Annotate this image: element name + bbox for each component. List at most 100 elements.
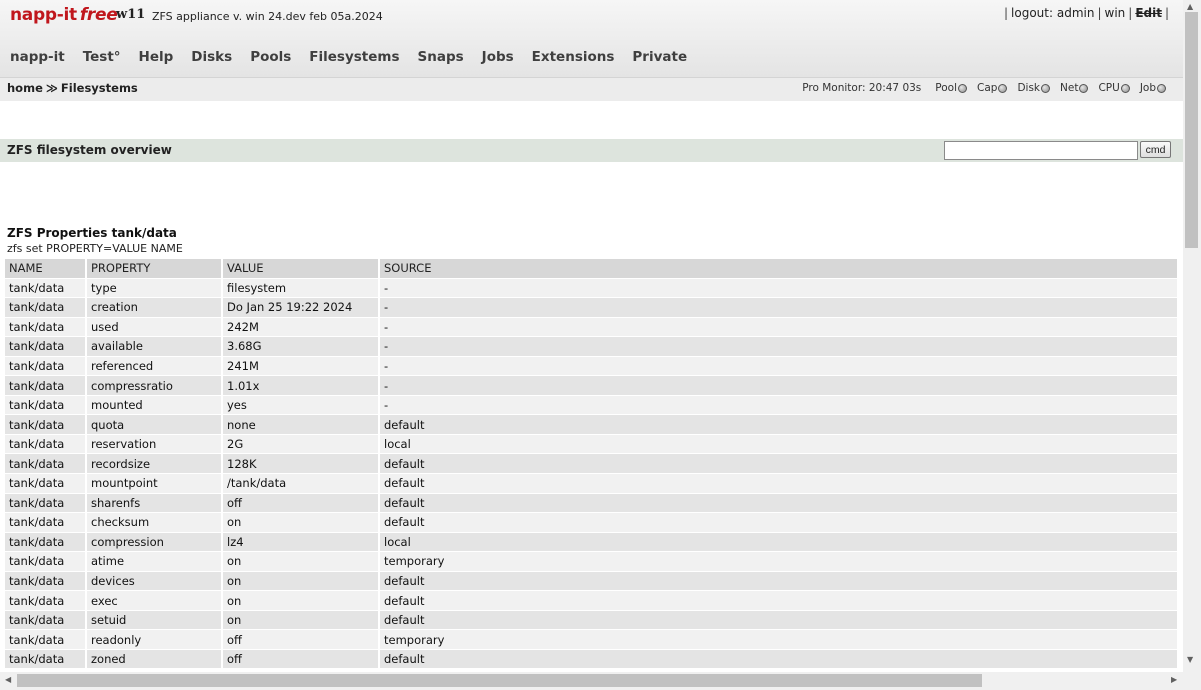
table-row[interactable]: tank/data setuid on default bbox=[5, 610, 1179, 631]
cell-value: 128K bbox=[223, 454, 380, 475]
cell-property: creation bbox=[87, 298, 223, 318]
cell-value: off bbox=[223, 630, 380, 650]
table-row[interactable]: tank/data zoned off default bbox=[5, 649, 1179, 670]
cell-property: exec bbox=[87, 591, 223, 611]
cell-value: off bbox=[223, 493, 380, 514]
nav-item-filesystems[interactable]: Filesystems bbox=[309, 49, 399, 65]
cell-name: tank/data bbox=[5, 317, 87, 338]
table-row[interactable]: tank/data reservation 2G local bbox=[5, 434, 1179, 455]
table-row[interactable]: tank/data quota none default bbox=[5, 415, 1179, 435]
nav-item-disks[interactable]: Disks bbox=[191, 49, 232, 65]
cell-source: local bbox=[380, 434, 1179, 455]
table-row[interactable]: tank/data type filesystem - bbox=[5, 278, 1179, 299]
os-link[interactable]: win bbox=[1105, 6, 1126, 20]
cell-name: tank/data bbox=[5, 454, 87, 475]
brand-logo[interactable]: napp-it free bbox=[10, 5, 118, 25]
vertical-scrollbar[interactable]: ▲ ▼ bbox=[1183, 0, 1201, 672]
table-row[interactable]: tank/data compressratio 1.01x - bbox=[5, 376, 1179, 396]
scroll-left-icon[interactable]: ◀ bbox=[5, 675, 11, 684]
table-row[interactable]: tank/data used 242M - bbox=[5, 317, 1179, 338]
cell-source: - bbox=[380, 395, 1179, 416]
nav-item-pools[interactable]: Pools bbox=[250, 49, 291, 65]
column-header-value: VALUE bbox=[223, 259, 380, 279]
properties-table-body: tank/data type filesystem - tank/data creatio… bbox=[5, 278, 1179, 670]
cell-value: 1.01x bbox=[223, 376, 380, 396]
cell-name: tank/data bbox=[5, 337, 87, 357]
monitor-disk[interactable]: Disk bbox=[1017, 82, 1051, 94]
scroll-down-icon[interactable]: ▼ bbox=[1187, 655, 1193, 664]
cell-property: devices bbox=[87, 571, 223, 592]
cell-source: - bbox=[380, 298, 1179, 318]
table-row[interactable]: tank/data referenced 241M - bbox=[5, 356, 1179, 377]
cell-property: compressratio bbox=[87, 376, 223, 396]
cell-source: default bbox=[380, 493, 1179, 514]
monitor-pool[interactable]: Pool bbox=[935, 82, 968, 94]
cell-source: default bbox=[380, 610, 1179, 631]
table-row[interactable]: tank/data mountpoint/tank/data default bbox=[5, 474, 1179, 494]
logout-link[interactable]: logout: admin bbox=[1011, 6, 1094, 20]
monitor-label: Pro Monitor: 20:47 03s bbox=[802, 82, 922, 94]
cell-source: - bbox=[380, 337, 1179, 357]
nav-item-napp-it[interactable]: napp-it bbox=[10, 49, 65, 65]
brand-edition: free bbox=[79, 5, 118, 25]
nav-item-snaps[interactable]: Snaps bbox=[418, 49, 464, 65]
cell-source: local bbox=[380, 532, 1179, 553]
column-header-property: PROPERTY bbox=[87, 259, 223, 279]
main-nav: napp-it Test° Help Disks Pools Filesyste… bbox=[10, 49, 705, 65]
properties-title: ZFS Properties tank/data bbox=[7, 226, 177, 240]
cell-value: on bbox=[223, 610, 380, 631]
monitor-cpu[interactable]: CPU bbox=[1098, 82, 1130, 94]
horizontal-scrollbar[interactable]: ◀ ▶ bbox=[0, 672, 1183, 690]
cell-name: tank/data bbox=[5, 571, 87, 592]
table-row[interactable]: tank/data compression lz4 local bbox=[5, 532, 1179, 553]
cell-source: default bbox=[380, 415, 1179, 435]
table-row[interactable]: tank/data readonly off temporary bbox=[5, 630, 1179, 650]
header-bar: napp-it free w11 ZFS appliance v. win 24.… bbox=[0, 0, 1183, 78]
cmd-input[interactable] bbox=[944, 141, 1138, 160]
cell-value: on bbox=[223, 513, 380, 533]
scroll-up-icon[interactable]: ▲ bbox=[1187, 2, 1193, 11]
monitor-cap[interactable]: Cap bbox=[977, 82, 1008, 94]
cell-source: - bbox=[380, 356, 1179, 377]
monitor-job[interactable]: Job bbox=[1140, 82, 1166, 94]
cell-value: 242M bbox=[223, 317, 380, 338]
table-row[interactable]: tank/data available 3.68G - bbox=[5, 337, 1179, 357]
cell-value: 3.68G bbox=[223, 337, 380, 357]
vertical-scroll-thumb[interactable] bbox=[1185, 12, 1198, 248]
table-row[interactable]: tank/data checksum on default bbox=[5, 513, 1179, 533]
cell-name: tank/data bbox=[5, 298, 87, 318]
scrollbar-corner bbox=[1183, 672, 1201, 690]
nav-item-extensions[interactable]: Extensions bbox=[532, 49, 615, 65]
cell-name: tank/data bbox=[5, 532, 87, 553]
nav-item-private[interactable]: Private bbox=[632, 49, 687, 65]
table-row[interactable]: tank/data devices on default bbox=[5, 571, 1179, 592]
horizontal-scroll-thumb[interactable] bbox=[17, 674, 982, 687]
breadcrumb-home[interactable]: home bbox=[7, 81, 43, 95]
monitor-net[interactable]: Net bbox=[1060, 82, 1089, 94]
edit-link[interactable]: Edit bbox=[1135, 6, 1162, 20]
table-row[interactable]: tank/data mounted yes - bbox=[5, 395, 1179, 416]
table-row[interactable]: tank/data recordsize 128K default bbox=[5, 454, 1179, 475]
nav-item-help[interactable]: Help bbox=[139, 49, 174, 65]
cmd-button[interactable]: cmd bbox=[1140, 141, 1171, 158]
table-row[interactable]: tank/data exec on default bbox=[5, 591, 1179, 611]
scroll-right-icon[interactable]: ▶ bbox=[1171, 675, 1177, 684]
status-led-icon bbox=[1079, 83, 1089, 93]
cell-name: tank/data bbox=[5, 493, 87, 514]
version-text: ZFS appliance v. win 24.dev feb 05a.2024 bbox=[152, 10, 383, 23]
column-header-name: NAME bbox=[5, 259, 87, 279]
cell-name: tank/data bbox=[5, 278, 87, 299]
properties-table: NAME PROPERTY VALUE SOURCE tank/data type… bbox=[5, 259, 1179, 670]
cell-property: checksum bbox=[87, 513, 223, 533]
cell-property: recordsize bbox=[87, 454, 223, 475]
table-row[interactable]: tank/data atime on temporary bbox=[5, 552, 1179, 572]
breadcrumb-current: Filesystems bbox=[60, 81, 138, 95]
cell-name: tank/data bbox=[5, 356, 87, 377]
nav-item-jobs[interactable]: Jobs bbox=[482, 49, 514, 65]
cell-value: 2G bbox=[223, 434, 380, 455]
table-row[interactable]: tank/data sharenfs off default bbox=[5, 493, 1179, 514]
table-row[interactable]: tank/data creation Do Jan 25 19:22 2024- bbox=[5, 298, 1179, 318]
cell-name: tank/data bbox=[5, 610, 87, 631]
nav-item-test[interactable]: Test° bbox=[83, 49, 121, 65]
cell-value: /tank/data bbox=[223, 474, 380, 494]
